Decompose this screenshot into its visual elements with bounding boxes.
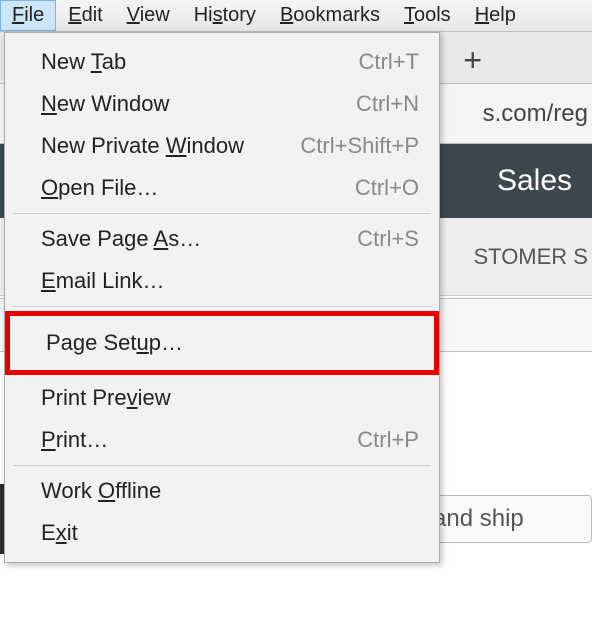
- menu-item-exit[interactable]: Exit: [5, 512, 439, 554]
- customer-fragment: STOMER S: [473, 244, 588, 270]
- new-tab-button[interactable]: +: [463, 42, 482, 79]
- separator: [13, 306, 431, 307]
- menu-item-save-page-as[interactable]: Save Page As…Ctrl+S: [5, 218, 439, 260]
- shortcut: Ctrl+Shift+P: [300, 133, 419, 159]
- menu-item-new-tab[interactable]: New TabCtrl+T: [5, 41, 439, 83]
- shortcut: Ctrl+S: [357, 226, 419, 252]
- highlighted-item: Page Setup…: [5, 311, 439, 375]
- menubar: File Edit View History Bookmarks Tools H…: [0, 0, 592, 32]
- menu-item-new-window[interactable]: New WindowCtrl+N: [5, 83, 439, 125]
- separator: [13, 465, 431, 466]
- shortcut: Ctrl+O: [355, 175, 419, 201]
- url-fragment: s.com/reg: [483, 100, 588, 128]
- menu-item-page-setup[interactable]: Page Setup…: [10, 316, 434, 370]
- menu-history[interactable]: History: [182, 0, 268, 31]
- menu-help[interactable]: Help: [463, 0, 528, 31]
- menu-item-print[interactable]: Print…Ctrl+P: [5, 419, 439, 461]
- menu-item-work-offline[interactable]: Work Offline: [5, 470, 439, 512]
- menu-file[interactable]: File: [0, 0, 56, 31]
- shortcut: Ctrl+N: [356, 91, 419, 117]
- menu-item-open-file[interactable]: Open File…Ctrl+O: [5, 167, 439, 209]
- menu-edit[interactable]: Edit: [56, 0, 114, 31]
- menu-item-print-preview[interactable]: Print Preview: [5, 377, 439, 419]
- file-dropdown: New TabCtrl+T New WindowCtrl+N New Priva…: [4, 32, 440, 563]
- separator: [13, 213, 431, 214]
- menu-tools[interactable]: Tools: [392, 0, 463, 31]
- menu-item-new-private-window[interactable]: New Private WindowCtrl+Shift+P: [5, 125, 439, 167]
- header-sales-label: Sales: [497, 164, 572, 198]
- shortcut: Ctrl+T: [359, 49, 420, 75]
- menu-bookmarks[interactable]: Bookmarks: [268, 0, 392, 31]
- menu-view[interactable]: View: [115, 0, 182, 31]
- menu-item-email-link[interactable]: Email Link…: [5, 260, 439, 302]
- shortcut: Ctrl+P: [357, 427, 419, 453]
